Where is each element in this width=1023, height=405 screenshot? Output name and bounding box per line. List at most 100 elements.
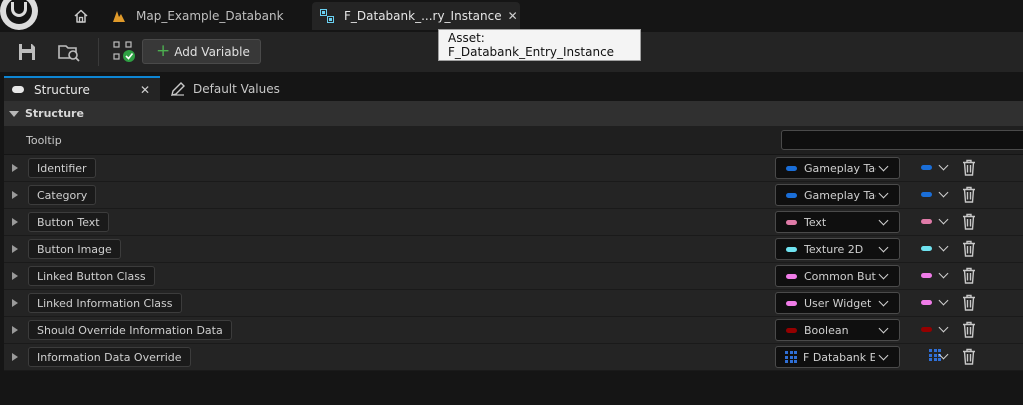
variable-type-dropdown[interactable]: Gameplay Tag [775,184,900,206]
chevron-down-icon[interactable] [938,187,949,198]
expand-arrow-icon[interactable] [12,326,18,334]
variable-type-dropdown[interactable]: User Widget [775,292,900,314]
variable-name-field[interactable]: Identifier [28,158,96,178]
expand-arrow-icon[interactable] [12,164,18,172]
tab-map-example-databank[interactable]: Map_Example_Databank [104,2,308,30]
level-map-icon [112,9,126,23]
tab-default-values[interactable]: Default Values [170,76,290,101]
chevron-down-icon[interactable] [938,322,949,333]
tab-label: Map_Example_Databank [136,9,284,23]
close-icon[interactable]: ✕ [508,9,518,23]
variable-type-label: Gameplay Tag [804,188,876,202]
variable-type-dropdown[interactable]: Boolean [775,319,900,341]
variable-type-label: F Databank Entry [803,350,875,364]
variable-type-label: Gameplay Tag [804,161,876,175]
collapse-arrow-icon [9,110,19,117]
chevron-down-icon[interactable] [938,295,949,306]
panel-tab-bar: Structure ✕ Default Values [0,72,1023,101]
pin-type-icon [786,300,797,306]
variable-name-field[interactable]: Information Data Override [28,347,191,367]
chevron-down-icon [878,161,889,172]
tooltip-label: Tooltip [26,134,62,147]
variable-name-field[interactable]: Button Image [28,239,121,259]
variable-row: Linked Button Class Common Button [4,263,1023,290]
chevron-down-icon [878,215,889,226]
variable-type-dropdown[interactable]: Common Button [775,265,900,287]
pencil-icon [171,81,185,96]
pin-type-icon [786,327,797,333]
add-variable-button[interactable]: + Add Variable [142,39,261,64]
tab-structure-label: Structure [34,82,90,97]
variable-name-field[interactable]: Button Text [28,212,109,232]
pin-type-icon [786,246,797,252]
chevron-down-icon [878,269,889,280]
variable-type-dropdown[interactable]: Text [775,211,900,233]
home-icon [74,9,88,23]
variable-type-label: Boolean [804,323,849,337]
chevron-down-icon [878,242,889,253]
chevron-down-icon[interactable] [938,268,949,279]
container-type-icon[interactable] [921,300,932,305]
structure-section-header[interactable]: Structure [4,101,1023,126]
save-button[interactable] [14,40,40,64]
structure-icon [12,86,24,93]
plus-icon: + [156,41,171,61]
home-tab[interactable] [66,2,96,30]
trash-icon[interactable] [962,321,976,338]
asset-tooltip: Asset: F_Databank_Entry_Instance [438,29,641,61]
variable-row: Category Gameplay Tag [4,182,1023,209]
unreal-logo-icon[interactable] [0,0,38,30]
variable-type-dropdown[interactable]: F Databank Entry [775,346,900,368]
variable-name-field[interactable]: Linked Information Class [28,293,182,313]
compile-status-button[interactable] [112,40,138,64]
chevron-down-icon [878,296,889,307]
trash-icon[interactable] [962,294,976,311]
expand-arrow-icon[interactable] [12,218,18,226]
variable-name-field[interactable]: Should Override Information Data [28,320,232,340]
variable-row: Linked Information Class User Widget [4,290,1023,317]
variable-name-field[interactable]: Linked Button Class [28,266,155,286]
variable-type-label: User Widget [804,296,872,310]
container-type-icon[interactable] [921,219,932,224]
variable-row: Identifier Gameplay Tag [4,155,1023,182]
expand-arrow-icon[interactable] [12,299,18,307]
trash-icon[interactable] [962,213,976,230]
tab-label: F_Databank_...ry_Instance [344,9,502,23]
expand-arrow-icon[interactable] [12,191,18,199]
variable-row: Button Image Texture 2D [4,236,1023,263]
trash-icon[interactable] [962,240,976,257]
struct-check-icon [113,41,135,62]
trash-icon[interactable] [962,348,976,365]
chevron-down-icon [878,323,889,334]
container-type-icon[interactable] [921,165,932,170]
close-icon[interactable]: ✕ [140,83,150,97]
toolbar-separator [98,38,99,66]
container-type-icon[interactable] [921,327,932,332]
chevron-down-icon[interactable] [938,214,949,225]
tab-structure[interactable]: Structure ✕ [4,76,160,101]
tab-databank-entry-instance[interactable]: F_Databank_...ry_Instance ✕ [312,2,520,30]
container-type-icon[interactable] [921,246,932,251]
variable-name-field[interactable]: Category [28,185,97,205]
expand-arrow-icon[interactable] [12,245,18,253]
container-type-icon[interactable] [921,192,932,197]
trash-icon[interactable] [962,267,976,284]
chevron-down-icon[interactable] [938,241,949,252]
container-type-icon[interactable] [921,273,932,278]
pin-type-icon [786,165,797,171]
pin-type-icon [786,192,797,198]
chevron-down-icon[interactable] [938,160,949,171]
variable-type-label: Texture 2D [804,242,864,256]
expand-arrow-icon[interactable] [12,353,18,361]
variable-type-dropdown[interactable]: Gameplay Tag [775,157,900,179]
struct-pin-icon [785,351,797,363]
variable-row: Should Override Information Data Boolean [4,317,1023,344]
variable-type-dropdown[interactable]: Texture 2D [775,238,900,260]
trash-icon[interactable] [962,159,976,176]
browse-button[interactable] [56,40,82,64]
expand-arrow-icon[interactable] [12,272,18,280]
trash-icon[interactable] [962,186,976,203]
add-variable-label: Add Variable [174,44,250,59]
tooltip-input[interactable] [781,130,1023,150]
save-icon [19,44,35,60]
